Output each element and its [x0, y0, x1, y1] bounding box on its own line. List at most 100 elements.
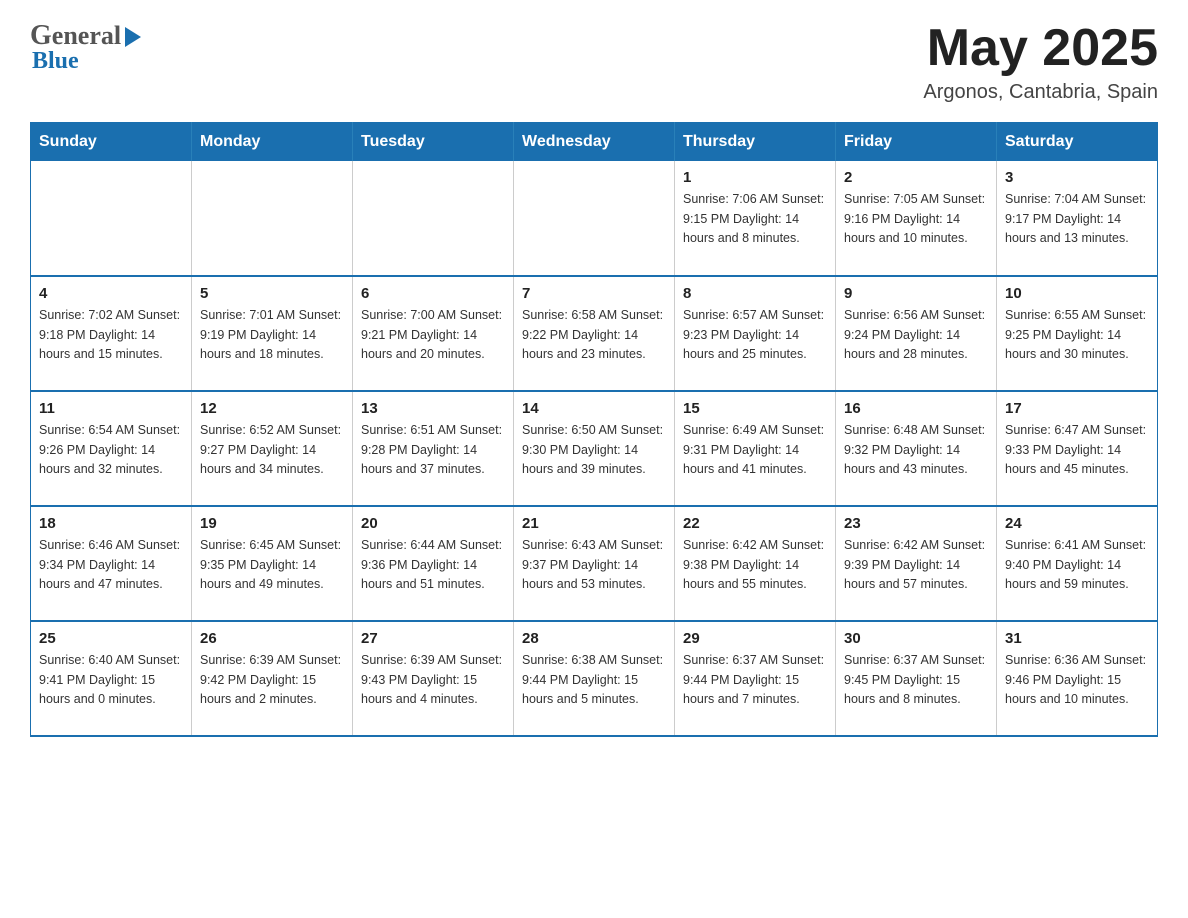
- month-year-title: May 2025: [923, 20, 1158, 77]
- day-number: 20: [361, 515, 505, 532]
- calendar-cell: 7 Sunrise: 6:58 AM Sunset: 9:22 PM Daylig…: [514, 276, 675, 391]
- column-header-wednesday: Wednesday: [514, 123, 675, 162]
- sun-info: Sunrise: 6:40 AM Sunset: 9:41 PM Dayligh…: [39, 651, 183, 709]
- day-number: 29: [683, 630, 827, 647]
- sun-info: Sunrise: 7:00 AM Sunset: 9:21 PM Dayligh…: [361, 306, 505, 364]
- sun-info: Sunrise: 6:52 AM Sunset: 9:27 PM Dayligh…: [200, 421, 344, 479]
- day-number: 21: [522, 515, 666, 532]
- sun-info: Sunrise: 6:36 AM Sunset: 9:46 PM Dayligh…: [1005, 651, 1149, 709]
- day-number: 28: [522, 630, 666, 647]
- calendar-cell: 3 Sunrise: 7:04 AM Sunset: 9:17 PM Daylig…: [997, 161, 1158, 276]
- day-number: 30: [844, 630, 988, 647]
- day-number: 13: [361, 400, 505, 417]
- sun-info: Sunrise: 6:48 AM Sunset: 9:32 PM Dayligh…: [844, 421, 988, 479]
- calendar-cell: 19 Sunrise: 6:45 AM Sunset: 9:35 PM Dayli…: [192, 506, 353, 621]
- sun-info: Sunrise: 6:39 AM Sunset: 9:42 PM Dayligh…: [200, 651, 344, 709]
- calendar-cell: 22 Sunrise: 6:42 AM Sunset: 9:38 PM Dayli…: [675, 506, 836, 621]
- sun-info: Sunrise: 6:37 AM Sunset: 9:44 PM Dayligh…: [683, 651, 827, 709]
- logo: G eneral Blue: [30, 20, 141, 75]
- calendar-cell: [192, 161, 353, 276]
- calendar-cell: 26 Sunrise: 6:39 AM Sunset: 9:42 PM Dayli…: [192, 621, 353, 736]
- sun-info: Sunrise: 6:43 AM Sunset: 9:37 PM Dayligh…: [522, 536, 666, 594]
- day-number: 19: [200, 515, 344, 532]
- logo-triangle-icon: [125, 27, 141, 47]
- day-number: 23: [844, 515, 988, 532]
- calendar-cell: 13 Sunrise: 6:51 AM Sunset: 9:28 PM Dayli…: [353, 391, 514, 506]
- sun-info: Sunrise: 6:46 AM Sunset: 9:34 PM Dayligh…: [39, 536, 183, 594]
- sun-info: Sunrise: 6:39 AM Sunset: 9:43 PM Dayligh…: [361, 651, 505, 709]
- sun-info: Sunrise: 6:42 AM Sunset: 9:38 PM Dayligh…: [683, 536, 827, 594]
- day-number: 22: [683, 515, 827, 532]
- calendar-cell: 25Sunrise: 6:40 AM Sunset: 9:41 PM Dayli…: [31, 621, 192, 736]
- day-number: 5: [200, 285, 344, 302]
- column-header-tuesday: Tuesday: [353, 123, 514, 162]
- logo-text-block: G eneral Blue: [30, 20, 141, 75]
- day-number: 26: [200, 630, 344, 647]
- sun-info: Sunrise: 7:06 AM Sunset: 9:15 PM Dayligh…: [683, 190, 827, 248]
- calendar-cell: 18 Sunrise: 6:46 AM Sunset: 9:34 PM Dayli…: [31, 506, 192, 621]
- day-number: 1: [683, 169, 827, 186]
- calendar-cell: [514, 161, 675, 276]
- day-number: 24: [1005, 515, 1149, 532]
- sun-info: Sunrise: 6:42 AM Sunset: 9:39 PM Dayligh…: [844, 536, 988, 594]
- calendar-header-row: SundayMondayTuesdayWednesdayThursdayFrid…: [31, 123, 1158, 162]
- day-number: 16: [844, 400, 988, 417]
- column-header-monday: Monday: [192, 123, 353, 162]
- sun-info: Sunrise: 6:51 AM Sunset: 9:28 PM Dayligh…: [361, 421, 505, 479]
- calendar-cell: 4 Sunrise: 7:02 AM Sunset: 9:18 PM Daylig…: [31, 276, 192, 391]
- calendar-cell: 10Sunrise: 6:55 AM Sunset: 9:25 PM Dayli…: [997, 276, 1158, 391]
- calendar-cell: 29 Sunrise: 6:37 AM Sunset: 9:44 PM Dayli…: [675, 621, 836, 736]
- sun-info: Sunrise: 6:37 AM Sunset: 9:45 PM Dayligh…: [844, 651, 988, 709]
- calendar-cell: 30 Sunrise: 6:37 AM Sunset: 9:45 PM Dayli…: [836, 621, 997, 736]
- calendar-cell: 28Sunrise: 6:38 AM Sunset: 9:44 PM Dayli…: [514, 621, 675, 736]
- calendar-cell: [31, 161, 192, 276]
- sun-info: Sunrise: 6:45 AM Sunset: 9:35 PM Dayligh…: [200, 536, 344, 594]
- column-header-thursday: Thursday: [675, 123, 836, 162]
- day-number: 9: [844, 285, 988, 302]
- week-row-2: 4 Sunrise: 7:02 AM Sunset: 9:18 PM Daylig…: [31, 276, 1158, 391]
- day-number: 15: [683, 400, 827, 417]
- week-row-4: 18 Sunrise: 6:46 AM Sunset: 9:34 PM Dayli…: [31, 506, 1158, 621]
- day-number: 8: [683, 285, 827, 302]
- logo-blue-text: Blue: [30, 48, 141, 75]
- day-number: 18: [39, 515, 183, 532]
- title-area: May 2025 Argonos, Cantabria, Spain: [923, 20, 1158, 104]
- sun-info: Sunrise: 6:55 AM Sunset: 9:25 PM Dayligh…: [1005, 306, 1149, 364]
- calendar-cell: 20 Sunrise: 6:44 AM Sunset: 9:36 PM Dayli…: [353, 506, 514, 621]
- calendar-cell: 21 Sunrise: 6:43 AM Sunset: 9:37 PM Dayli…: [514, 506, 675, 621]
- day-number: 31: [1005, 630, 1149, 647]
- sun-info: Sunrise: 6:44 AM Sunset: 9:36 PM Dayligh…: [361, 536, 505, 594]
- calendar-cell: 8 Sunrise: 6:57 AM Sunset: 9:23 PM Daylig…: [675, 276, 836, 391]
- calendar-cell: 16 Sunrise: 6:48 AM Sunset: 9:32 PM Dayli…: [836, 391, 997, 506]
- day-number: 12: [200, 400, 344, 417]
- calendar-cell: 2Sunrise: 7:05 AM Sunset: 9:16 PM Daylig…: [836, 161, 997, 276]
- calendar-cell: 6 Sunrise: 7:00 AM Sunset: 9:21 PM Daylig…: [353, 276, 514, 391]
- page-header: G eneral Blue May 2025 Argonos, Cantabri…: [30, 20, 1158, 104]
- sun-info: Sunrise: 6:47 AM Sunset: 9:33 PM Dayligh…: [1005, 421, 1149, 479]
- calendar-cell: 12 Sunrise: 6:52 AM Sunset: 9:27 PM Dayli…: [192, 391, 353, 506]
- sun-info: Sunrise: 6:49 AM Sunset: 9:31 PM Dayligh…: [683, 421, 827, 479]
- sun-info: Sunrise: 6:57 AM Sunset: 9:23 PM Dayligh…: [683, 306, 827, 364]
- sun-info: Sunrise: 7:04 AM Sunset: 9:17 PM Dayligh…: [1005, 190, 1149, 248]
- day-number: 3: [1005, 169, 1149, 186]
- day-number: 14: [522, 400, 666, 417]
- sun-info: Sunrise: 6:56 AM Sunset: 9:24 PM Dayligh…: [844, 306, 988, 364]
- day-number: 4: [39, 285, 183, 302]
- week-row-1: 1 Sunrise: 7:06 AM Sunset: 9:15 PM Daylig…: [31, 161, 1158, 276]
- sun-info: Sunrise: 6:50 AM Sunset: 9:30 PM Dayligh…: [522, 421, 666, 479]
- calendar-cell: 31 Sunrise: 6:36 AM Sunset: 9:46 PM Dayli…: [997, 621, 1158, 736]
- calendar-table: SundayMondayTuesdayWednesdayThursdayFrid…: [30, 122, 1158, 737]
- calendar-cell: 14 Sunrise: 6:50 AM Sunset: 9:30 PM Dayli…: [514, 391, 675, 506]
- sun-info: Sunrise: 7:02 AM Sunset: 9:18 PM Dayligh…: [39, 306, 183, 364]
- location-text: Argonos, Cantabria, Spain: [923, 81, 1158, 104]
- day-number: 27: [361, 630, 505, 647]
- calendar-cell: 1 Sunrise: 7:06 AM Sunset: 9:15 PM Daylig…: [675, 161, 836, 276]
- column-header-saturday: Saturday: [997, 123, 1158, 162]
- day-number: 7: [522, 285, 666, 302]
- week-row-3: 11Sunrise: 6:54 AM Sunset: 9:26 PM Dayli…: [31, 391, 1158, 506]
- calendar-cell: [353, 161, 514, 276]
- sun-info: Sunrise: 6:58 AM Sunset: 9:22 PM Dayligh…: [522, 306, 666, 364]
- sun-info: Sunrise: 7:05 AM Sunset: 9:16 PM Dayligh…: [844, 190, 988, 248]
- calendar-cell: 11Sunrise: 6:54 AM Sunset: 9:26 PM Dayli…: [31, 391, 192, 506]
- day-number: 6: [361, 285, 505, 302]
